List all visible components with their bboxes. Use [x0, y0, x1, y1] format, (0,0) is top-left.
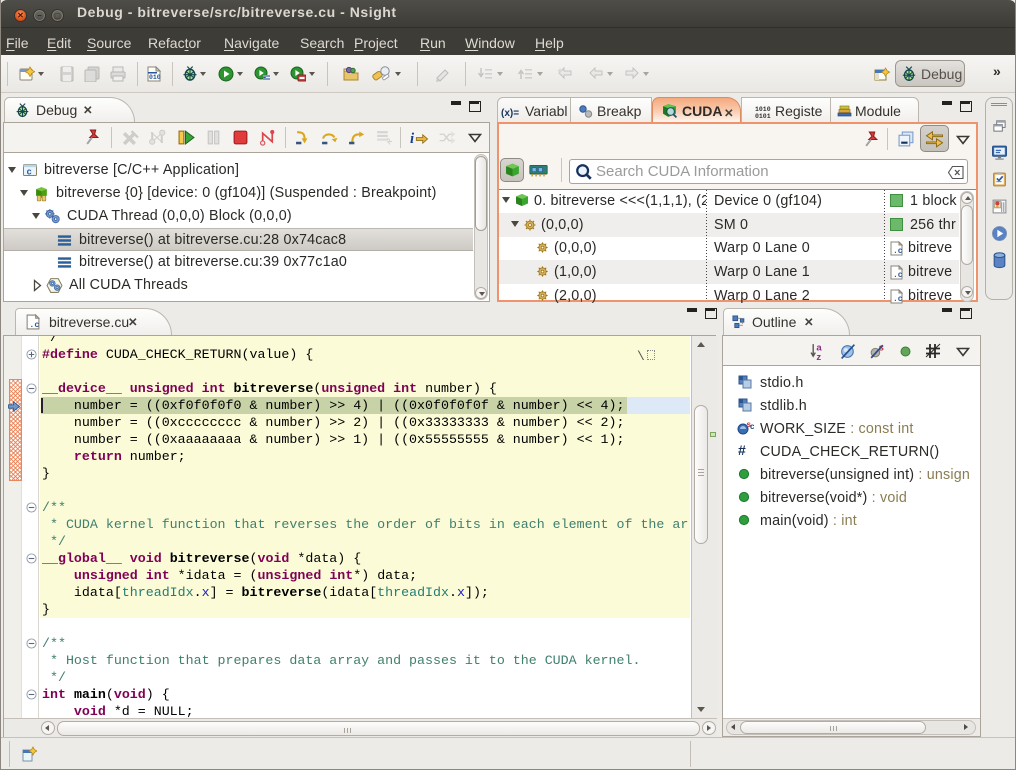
svg-text:1010: 1010	[755, 106, 771, 113]
svg-text:(x)=: (x)=	[501, 108, 519, 119]
svg-text:z: z	[816, 352, 821, 361]
svg-text:.c: .c	[893, 271, 903, 280]
svg-text:c: c	[27, 168, 33, 178]
svg-text:i: i	[410, 131, 415, 146]
svg-text:.c: .c	[893, 295, 903, 304]
svg-text:010: 010	[149, 74, 161, 81]
svg-text:0101: 0101	[755, 113, 771, 120]
svg-text:.c: .c	[893, 247, 903, 256]
svg-text:.c: .c	[29, 320, 39, 330]
svg-text:c: c	[750, 422, 754, 431]
